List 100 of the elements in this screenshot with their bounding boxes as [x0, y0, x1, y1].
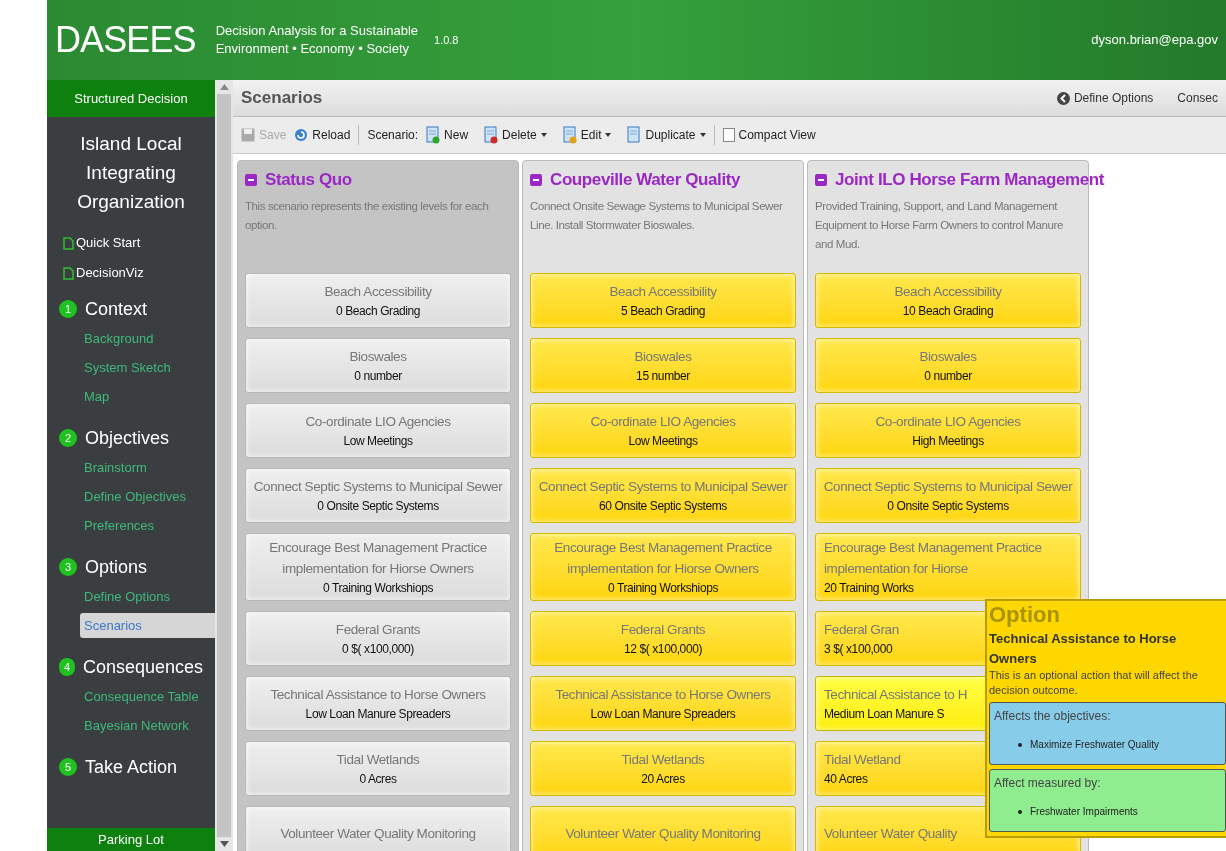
option-value: 10 Beach Grading	[902, 303, 994, 320]
scroll-down-icon[interactable]	[219, 841, 229, 847]
sidebar-item[interactable]: System Sketch	[80, 355, 215, 380]
reload-icon	[294, 128, 309, 142]
caret-icon	[605, 133, 612, 137]
scrollbar[interactable]	[215, 80, 233, 851]
option-name: Volunteer Water Quality Monitoring	[280, 825, 476, 843]
option-value: 0 number	[924, 368, 972, 385]
section-heading[interactable]: 4 Consequences	[47, 654, 215, 680]
collapse-icon[interactable]	[530, 173, 542, 186]
option-card[interactable]: Beach Accessibility 10 Beach Grading	[815, 273, 1081, 328]
option-name: Connect Septic Systems to Municipal Sewer	[823, 478, 1073, 496]
section-heading[interactable]: 2 Objectives	[47, 425, 215, 451]
scenario-description: Connect Onsite Sewage Systems to Municipal Sewer Line. Install Stormwater Bioswales.	[530, 198, 784, 233]
option-card[interactable]: Technical Assistance to Horse Owners Low Loan Manure Spreaders	[530, 676, 796, 731]
sidebar-top-bar[interactable]: Structured Decision	[47, 80, 215, 117]
option-card[interactable]: Encourage Best Management Practice implementation for Hiorse 20 Training Works	[815, 533, 1081, 601]
option-name: Federal Grants	[335, 621, 421, 639]
sidebar-item[interactable]: Brainstorm	[80, 455, 215, 480]
sidebar-item[interactable]: Preferences	[80, 513, 215, 538]
sidebar-item[interactable]: Consequence Table	[80, 684, 215, 709]
option-card[interactable]: Co-ordinate LIO Agencies High Meetings	[815, 403, 1081, 458]
sidebar-link[interactable]: Quick Start	[47, 228, 215, 258]
option-value: High Meetings	[912, 433, 984, 450]
collapse-icon[interactable]	[815, 173, 827, 186]
option-value: 40 Acres	[824, 771, 868, 788]
option-value: 0 Onsite Septic Systems	[317, 498, 439, 515]
delete-button[interactable]: Delete	[484, 126, 547, 144]
sidebar-item[interactable]: Background	[80, 326, 215, 351]
option-card[interactable]: Encourage Best Management Practice implementation for Hiorse Owners 0 Training Workshiops	[530, 533, 796, 601]
option-value: 0 Training Workshiops	[607, 580, 719, 597]
option-name: Tidal Wetland	[824, 751, 901, 769]
option-name: Technical Assistance to Horse Owners	[270, 686, 486, 704]
option-value: 3 $( x100,000	[824, 641, 893, 658]
option-card[interactable]: Bioswales 0 number	[815, 338, 1081, 393]
version-label: 1.0.8	[434, 32, 459, 48]
sidebar-link[interactable]: DecisionViz	[47, 258, 215, 288]
sidebar-item[interactable]: Define Options	[80, 584, 215, 609]
nav-link[interactable]: Define Options	[1056, 89, 1154, 107]
option-value: 0 Training Workshiops	[322, 580, 434, 597]
edit-button[interactable]: Edit	[562, 126, 612, 144]
option-value: Medium Loan Manure S	[824, 706, 945, 723]
scenario-title: Status Quo	[265, 169, 352, 191]
option-card[interactable]: Bioswales 0 number	[245, 338, 511, 393]
option-name: Connect Septic Systems to Municipal Sewer	[253, 478, 503, 496]
option-card[interactable]: Tidal Wetlands 0 Acres	[245, 741, 511, 796]
option-name: Volunteer Water Quality	[824, 825, 957, 843]
document-icon	[63, 266, 74, 280]
sidebar-bottom-bar[interactable]: Parking Lot	[47, 828, 215, 851]
organization-name: Island Local Integrating Organization	[76, 132, 186, 214]
bullet-icon	[1018, 809, 1022, 814]
option-name: Bioswales	[919, 348, 977, 366]
reload-button[interactable]: Reload	[294, 126, 351, 144]
user-email[interactable]: dyson.brian@epa.gov	[1091, 30, 1218, 50]
nav-link[interactable]: Consec	[1177, 89, 1218, 107]
scenario-title: Coupeville Water Quality	[550, 169, 741, 191]
copy-document-icon	[627, 126, 642, 144]
option-card[interactable]: Connect Septic Systems to Municipal Sewer 0 Onsite Septic Systems	[245, 468, 511, 523]
option-card[interactable]: Tidal Wetlands 20 Acres	[530, 741, 796, 796]
option-card[interactable]: Volunteer Water Quality Monitoring	[530, 806, 796, 851]
option-card[interactable]: Co-ordinate LIO Agencies Low Meetings	[245, 403, 511, 458]
option-card[interactable]: Federal Grants 12 $( x100,000)	[530, 611, 796, 666]
step-number: 1	[59, 300, 77, 318]
option-card[interactable]: Beach Accessibility 5 Beach Grading	[530, 273, 796, 328]
option-card[interactable]: Federal Grants 0 $( x100,000)	[245, 611, 511, 666]
duplicate-button[interactable]: Duplicate	[627, 126, 706, 144]
option-name: Volunteer Water Quality Monitoring	[565, 825, 761, 843]
section-heading[interactable]: 5 Take Action	[47, 754, 215, 780]
option-card[interactable]: Connect Septic Systems to Municipal Sewer 0 Onsite Septic Systems	[815, 468, 1081, 523]
sidebar-item[interactable]: Define Objectives	[80, 484, 215, 509]
section-heading[interactable]: 1 Context	[47, 296, 215, 322]
tagline: Environment • Economy • Society	[215, 40, 411, 58]
option-card[interactable]: Encourage Best Management Practice implementation for Hiorse Owners 0 Training Workshiops	[245, 533, 511, 601]
new-button[interactable]: New	[426, 126, 469, 144]
option-value: 20 Acres	[641, 771, 685, 788]
sidebar-item[interactable]: Map	[80, 384, 215, 409]
sidebar-item[interactable]: Bayesian Network	[80, 713, 215, 738]
option-value: Low Meetings	[628, 433, 698, 450]
scroll-up-icon[interactable]	[219, 84, 229, 90]
document-icon	[63, 236, 74, 250]
step-number: 4	[59, 658, 75, 676]
compact-view-checkbox[interactable]: Compact View	[722, 126, 816, 144]
option-name: Bioswales	[634, 348, 692, 366]
option-card[interactable]: Connect Septic Systems to Municipal Sewer 60 Onsite Septic Systems	[530, 468, 796, 523]
tagline: Decision Analysis for a Sustainable	[215, 22, 418, 40]
collapse-icon[interactable]	[245, 173, 257, 186]
option-name: Federal Grants	[620, 621, 706, 639]
section-heading[interactable]: 3 Options	[47, 554, 215, 580]
app-logo: DASEES	[55, 18, 196, 62]
option-card[interactable]: Technical Assistance to Horse Owners Low Loan Manure Spreaders	[245, 676, 511, 731]
edit-document-icon	[562, 126, 577, 144]
option-name: Technical Assistance to Horse Owners	[555, 686, 771, 704]
option-card[interactable]: Beach Accessibility 0 Beach Grading	[245, 273, 511, 328]
option-card[interactable]: Volunteer Water Quality Monitoring	[245, 806, 511, 851]
option-name: Encourage Best Management Practice implementation for Hiorse	[824, 539, 1043, 578]
option-name: Tidal Wetlands	[336, 751, 420, 769]
option-card[interactable]: Co-ordinate LIO Agencies Low Meetings	[530, 403, 796, 458]
option-value: Low Loan Manure Spreaders	[590, 706, 736, 723]
option-card[interactable]: Bioswales 15 number	[530, 338, 796, 393]
scenario-description: This scenario represents the existing levels for each option.	[245, 198, 490, 233]
